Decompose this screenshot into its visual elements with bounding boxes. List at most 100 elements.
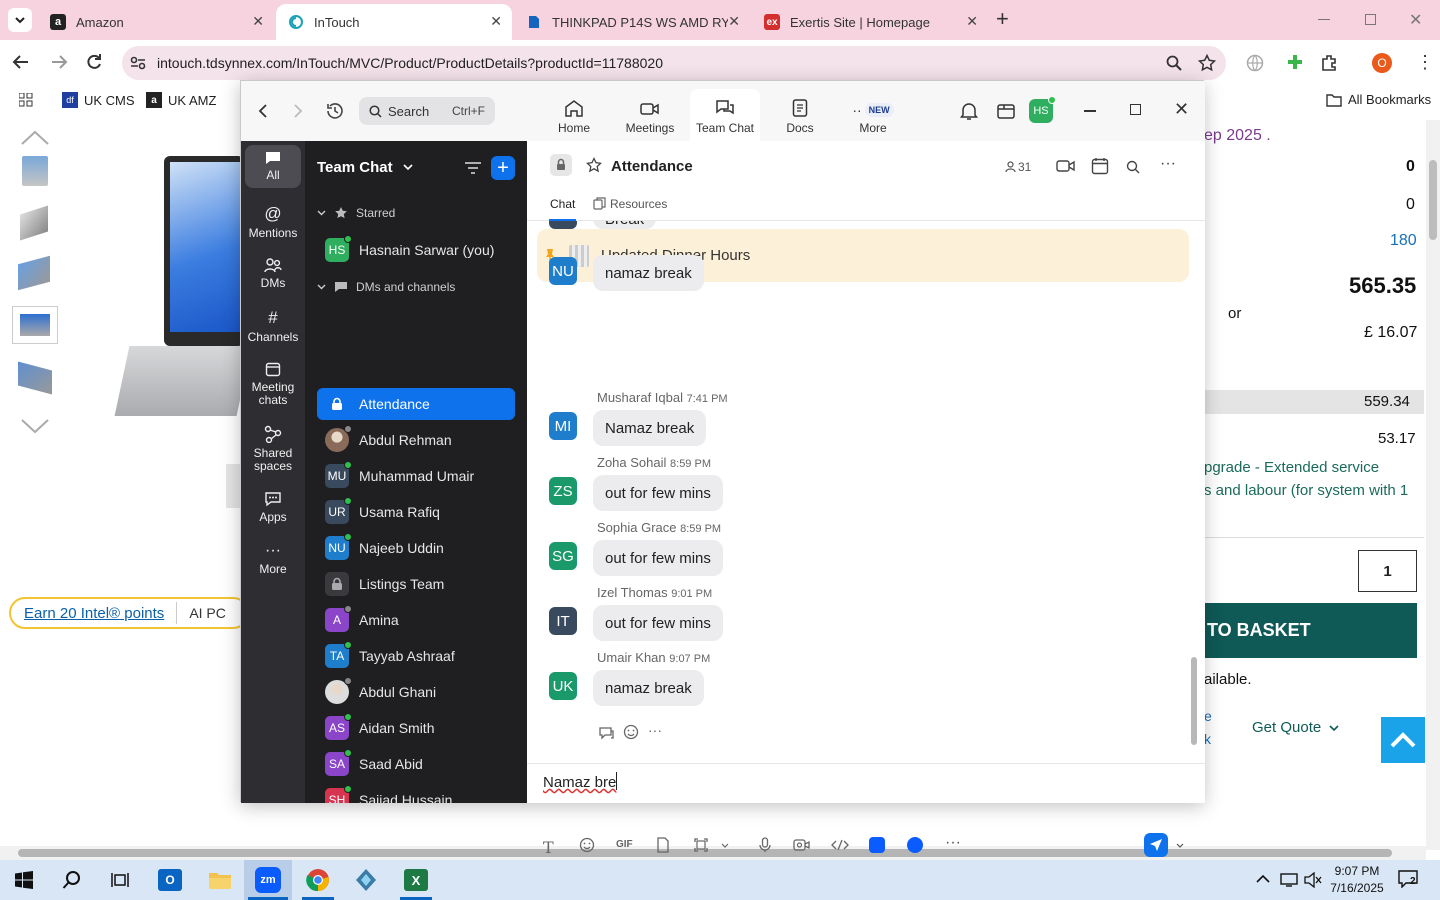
reply-thread-icon[interactable] — [598, 725, 615, 741]
translate-icon[interactable] — [1246, 54, 1264, 72]
chat-message[interactable]: MI Musharaf Iqbal 7:41 PM Namaz break — [549, 390, 1169, 452]
message-bubble[interactable]: namaz break — [593, 670, 704, 706]
sender-name[interactable]: Izel Thomas — [597, 585, 668, 600]
close-window-icon[interactable]: ✕ — [1174, 99, 1189, 120]
tab-team-chat[interactable]: Team Chat — [690, 89, 760, 141]
chat-message[interactable]: ZS Zoha Sohail 8:59 PM out for few mins — [549, 455, 1169, 517]
zoom-app-active[interactable]: zm — [244, 860, 292, 900]
code-snippet-icon[interactable] — [831, 839, 849, 851]
chat-scrollbar[interactable] — [1191, 221, 1197, 745]
rail-all[interactable]: All — [245, 145, 301, 188]
sidebar-item-abdul-rehman[interactable]: Abdul Rehman — [317, 424, 515, 456]
sidebar-item-aidan-smith[interactable]: AS Aidan Smith — [317, 712, 515, 744]
zoom-magnifier-icon[interactable] — [1166, 55, 1182, 71]
notification-center[interactable]: 2 — [1398, 870, 1418, 888]
link-fragment-k[interactable]: k — [1204, 731, 1211, 747]
chevron-down-icon[interactable] — [20, 418, 50, 434]
file-explorer-app[interactable] — [196, 860, 244, 900]
dms-section-header[interactable]: DMs and channels — [317, 280, 455, 294]
text-format-icon[interactable]: T — [543, 838, 554, 857]
back-arrow-icon[interactable] — [258, 103, 268, 119]
extensions-puzzle-icon[interactable] — [1320, 53, 1338, 71]
speaker-muted-icon[interactable] — [1304, 872, 1322, 888]
site-info-icon[interactable] — [130, 56, 146, 70]
sidebar-item-attendance[interactable]: Attendance — [317, 388, 515, 420]
rail-channels[interactable]: # Channels — [245, 309, 301, 344]
message-bubble[interactable]: out for few mins — [593, 605, 723, 641]
sender-name[interactable]: Zoha Sohail — [597, 455, 666, 470]
member-count-button[interactable]: 31 — [1005, 160, 1031, 174]
chevron-down-icon[interactable] — [721, 843, 729, 848]
zoom-search-box[interactable]: Search Ctrl+F — [359, 97, 495, 125]
whiteboard-icon[interactable] — [996, 101, 1016, 121]
video-camera-icon[interactable] — [1056, 159, 1076, 173]
sidebar-item-saad-abid[interactable]: SA Saad Abid — [317, 748, 515, 780]
sidebar-item-listings-team[interactable]: Listings Team — [317, 568, 515, 600]
sender-avatar[interactable]: MI — [549, 412, 577, 440]
service-text-2[interactable]: s and labour (for system with 1 — [1204, 482, 1408, 499]
intel-points-badge[interactable]: Earn 20 Intel® points AI PC — [9, 597, 249, 629]
chevron-up-icon[interactable] — [20, 130, 50, 146]
minimize-window-icon[interactable] — [1318, 19, 1330, 20]
chevron-down-icon[interactable] — [1176, 843, 1184, 848]
system-clock[interactable]: 9:07 PM 7/16/2025 — [1326, 863, 1388, 897]
tab-docs[interactable]: Docs — [765, 89, 835, 141]
outlook-app[interactable]: O — [146, 860, 194, 900]
video-message-icon[interactable] — [793, 838, 811, 852]
rail-apps[interactable]: Apps — [245, 491, 301, 524]
scrollbar-thumb[interactable] — [1191, 657, 1197, 745]
intel-points-link[interactable]: Earn 20 Intel® points — [24, 605, 164, 622]
quantity-input[interactable]: 1 — [1358, 550, 1417, 592]
chat-message[interactable]: SG Sophia Grace 8:59 PM out for few mins — [549, 520, 1169, 582]
tab-amazon[interactable]: a Amazon ✕ — [38, 4, 274, 40]
excel-app[interactable]: X — [392, 860, 440, 900]
sidebar-item-tayyab-ashraaf[interactable]: TA Tayyab Ashraaf — [317, 640, 515, 672]
close-icon[interactable]: ✕ — [490, 13, 502, 30]
more-options-icon[interactable]: ··· — [1160, 155, 1176, 173]
starred-section-header[interactable]: Starred — [317, 206, 395, 220]
send-button[interactable] — [1144, 833, 1168, 857]
zoom-app-icon[interactable] — [869, 837, 885, 853]
minimize-window-icon[interactable] — [1084, 110, 1096, 112]
tab-home[interactable]: Home — [539, 89, 609, 141]
extension-green-icon[interactable] — [1286, 53, 1304, 71]
channel-name[interactable]: Attendance — [611, 158, 693, 175]
reload-icon[interactable] — [86, 53, 102, 71]
emoji-reaction-icon[interactable] — [623, 724, 639, 740]
show-hidden-icons-chevron[interactable] — [1256, 874, 1270, 884]
rail-mentions[interactable]: @ Mentions — [245, 205, 301, 240]
network-icon[interactable] — [1280, 872, 1298, 888]
microphone-icon[interactable] — [759, 837, 771, 853]
vertical-scrollbar[interactable] — [1426, 120, 1440, 850]
zoom-docs-app-icon[interactable] — [907, 837, 923, 853]
filter-icon[interactable] — [464, 161, 482, 175]
bookmark-uk-cms[interactable]: df UK CMS — [62, 92, 135, 108]
forward-arrow-icon[interactable] — [50, 54, 68, 70]
calendar-icon[interactable] — [1091, 157, 1109, 175]
rail-shared-spaces[interactable]: Shared spaces — [245, 425, 301, 473]
history-icon[interactable] — [325, 101, 345, 121]
task-view-button[interactable] — [96, 860, 144, 900]
tab-search-button[interactable] — [8, 8, 32, 32]
restore-window-icon[interactable] — [1365, 14, 1376, 25]
browser-menu-icon[interactable]: ⋮ — [1416, 53, 1434, 71]
message-bubble[interactable]: out for few mins — [593, 540, 723, 576]
tab-thinkpad[interactable]: THINKPAD P14S WS AMD RYZE ✕ — [514, 4, 750, 40]
back-arrow-icon[interactable] — [12, 54, 30, 70]
chat-message[interactable]: UK Umair Khan 9:07 PM namaz break — [549, 650, 1169, 712]
add-to-basket-button[interactable]: TO BASKET — [1204, 603, 1417, 658]
maximize-window-icon[interactable] — [1130, 104, 1141, 115]
notifications-bell-icon[interactable] — [960, 101, 978, 121]
gif-icon[interactable]: GIF — [615, 838, 634, 851]
service-text-1[interactable]: pgrade - Extended service — [1204, 459, 1379, 476]
sidebar-item-amina[interactable]: A Amina — [317, 604, 515, 636]
message-bubble[interactable]: namaz break — [593, 255, 704, 291]
sidebar-item-najeeb-uddin[interactable]: NU Najeeb Uddin — [317, 532, 515, 564]
tab-more[interactable]: ·· NEW More — [838, 89, 908, 141]
chat-message[interactable]: NU namaz break — [549, 255, 1169, 329]
sender-name[interactable]: Umair Khan — [597, 650, 666, 665]
chrome-app[interactable] — [294, 860, 342, 900]
sidebar-item-muhammad-umair[interactable]: MU Muhammad Umair — [317, 460, 515, 492]
apps-grid-icon[interactable] — [19, 93, 33, 107]
start-button[interactable] — [0, 860, 48, 900]
